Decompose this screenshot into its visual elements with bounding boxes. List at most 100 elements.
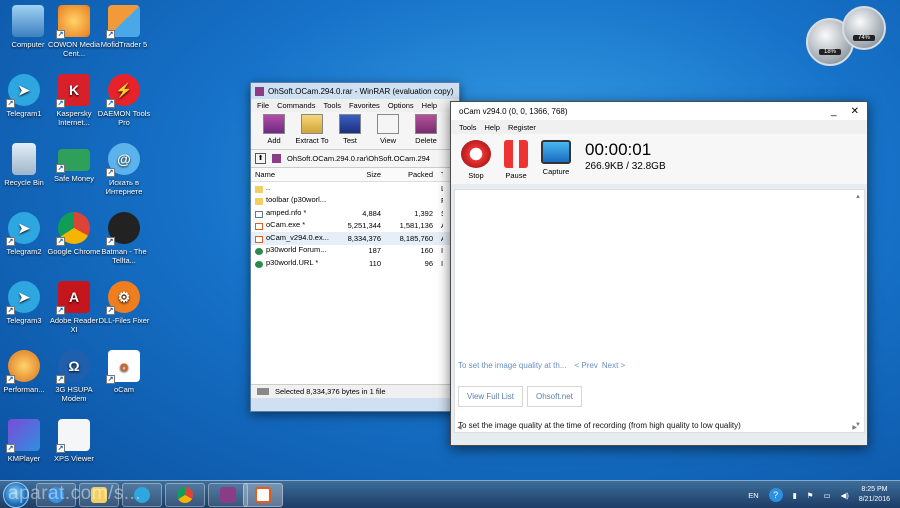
file-packed: 1,392 [414,208,433,218]
desktop-icon-label: DLL-Files Fixer [98,316,150,325]
winrar-file-list[interactable]: Name Size Packed T .. L toolbar (p30worl… [251,168,459,384]
menu-register[interactable]: Register [508,123,536,134]
menu-tools[interactable]: Tools [323,101,341,110]
winrar-window[interactable]: OhSoft.OCam.294.0.rar - WinRAR (evaluati… [250,82,460,412]
file-row[interactable]: toolbar (p30worl... F [251,195,459,208]
prev-tip-link[interactable]: < Prev [575,361,598,370]
telegram-icon: ➤ ↗ [6,212,40,246]
menu-favorites[interactable]: Favorites [349,101,380,110]
menu-options[interactable]: Options [388,101,414,110]
menu-help[interactable]: Help [422,101,437,110]
taskbar-chrome[interactable] [165,483,205,507]
horizontal-scrollbar[interactable]: ◀ ▶ [457,424,857,431]
desktop-icon-chrome[interactable]: ↗ Google Chrome [46,212,102,256]
stop-label: Stop [468,171,484,180]
action-center-icon[interactable]: ⚑ [807,491,814,500]
desktop-icon-dll-fixer[interactable]: ⚙ ↗ DLL-Files Fixer [96,281,152,325]
chrome-icon [177,487,193,503]
ocam-window[interactable]: oCam v294.0 (0, 0, 1366, 768) _ ✕ Tools … [450,101,868,446]
file-row[interactable]: .. L [251,182,459,195]
computer-icon [12,5,44,37]
file-size: 187 [368,246,381,256]
ocam-titlebar[interactable]: oCam v294.0 (0, 0, 1366, 768) _ ✕ [451,102,867,120]
taskbar-ocam[interactable] [243,483,283,507]
desktop-icon-3g-modem[interactable]: Ω ↗ 3G HSUPA Modem [46,350,102,403]
winrar-title: OhSoft.OCam.294.0.rar - WinRAR (evaluati… [268,86,454,96]
file-name-cell: oCam.exe * [251,220,331,231]
file-packed: 160 [420,246,433,256]
column-packed[interactable]: Packed [381,170,433,179]
clock[interactable]: 8:25 PM 8/21/2016 [859,485,890,505]
file-row[interactable]: p30world Forum... 187 160 I [251,245,459,258]
file-row-selected[interactable]: oCam_v294.0.ex... 8,334,376 8,185,760 A [251,232,459,245]
file-name: p30world.URL * [266,257,319,267]
ohsoft-site-button[interactable]: Ohsoft.net [526,386,582,407]
view-full-list-button[interactable]: View Full List [458,386,523,407]
network-icon[interactable]: ▮ [793,491,797,500]
column-type[interactable]: T [433,170,443,179]
desktop-icon-search-web[interactable]: @ ↗ Искать в Интернете [96,143,152,196]
desktop-icon-label: Kaspersky Internet... [56,109,92,127]
up-folder-button[interactable]: ⬆ [255,153,266,164]
column-name[interactable]: Name [251,170,331,179]
desktop-icon-telegram2[interactable]: ➤ ↗ Telegram2 [0,212,52,256]
desktop-icon-batman[interactable]: ↗ Batman - The Tellta... [96,212,152,265]
help-icon[interactable]: ? [768,488,783,502]
vertical-scrollbar[interactable]: ▲ ▼ [854,194,862,430]
desktop-icon-adobe-reader[interactable]: A ↗ Adobe Reader XI [46,281,102,334]
desktop-icon-xps-viewer[interactable]: ↗ XPS Viewer [46,419,102,463]
scroll-up-icon[interactable]: ▲ [854,194,862,202]
language-indicator[interactable]: EN [748,491,758,500]
desktop-icon-label: Recycle Bin [4,178,44,187]
desktop-icon-performance[interactable]: ↗ Performan... [0,350,52,394]
file-row[interactable]: oCam.exe * 5,251,344 1,581,136 A [251,220,459,233]
column-size[interactable]: Size [331,170,381,179]
menu-commands[interactable]: Commands [277,101,315,110]
desktop-icon-telegram1[interactable]: ➤ ↗ Telegram1 [0,74,52,118]
capture-button[interactable]: Capture [539,140,573,176]
winrar-titlebar[interactable]: OhSoft.OCam.294.0.rar - WinRAR (evaluati… [251,83,459,99]
next-tip-link[interactable]: Next > [602,361,625,370]
desktop-icon-recycle-bin[interactable]: Recycle Bin [0,143,52,187]
file-row[interactable]: amped.nfo * 4,884 1,392 S [251,207,459,220]
file-row[interactable]: p30world.URL * 110 96 I [251,257,459,270]
ocam-title: oCam v294.0 (0, 0, 1366, 768) [459,106,568,116]
pause-button[interactable]: Pause [499,140,533,180]
winrar-menubar: File Commands Tools Favorites Options He… [251,99,459,112]
menu-help[interactable]: Help [485,123,500,134]
desktop-icon-kaspersky[interactable]: K ↗ Kaspersky Internet... [46,74,102,127]
file-size: 8,334,376 [347,233,381,243]
taskbar-winrar[interactable] [208,483,248,507]
battery-icon[interactable]: ▭ [823,491,830,500]
view-button[interactable]: View [371,114,405,147]
scroll-right-icon[interactable]: ▶ [852,424,857,431]
volume-icon[interactable]: ◀) [841,491,849,500]
desktop-icon-cowon[interactable]: ↗ COWON Media Cent... [46,5,102,58]
adobe-reader-icon: A ↗ [56,281,90,315]
test-button[interactable]: Test [333,114,367,147]
desktop-icon-daemon[interactable]: ⚡ ↗ DAEMON Tools Pro [96,74,152,127]
delete-button[interactable]: Delete [409,114,443,147]
desktop-icon-ocam[interactable]: o ↗ oCam [96,350,152,394]
desktop-icon-label: Telegram1 [6,109,42,118]
desktop-icon-label: MofidTrader 5 [100,40,148,49]
delete-label: Delete [415,136,437,145]
exe-file-icon [255,235,263,243]
desktop-icon-label: KMPlayer [7,454,41,463]
stop-button[interactable]: Stop [459,140,493,180]
desktop-icon-kmplayer[interactable]: ↗ KMPlayer [0,419,52,463]
desktop-icon-mofidtrader[interactable]: ↗ MofidTrader 5 [96,5,152,49]
extract-to-button[interactable]: Extract To [295,114,329,147]
tip-text[interactable]: To set the image quality at th... [458,361,567,370]
close-button[interactable]: ✕ [851,106,859,117]
scroll-left-icon[interactable]: ◀ [457,424,462,431]
desktop-icon-label: COWON Media Cent... [47,40,101,58]
desktop-icon-telegram3[interactable]: ➤ ↗ Telegram3 [0,281,52,325]
menu-file[interactable]: File [257,101,269,110]
menu-tools[interactable]: Tools [459,123,477,134]
minimize-button[interactable]: _ [831,106,837,117]
desktop-icon-safe-money[interactable]: ↗ Safe Money [46,143,102,183]
memory-meter-gadget[interactable]: 74% [842,6,886,50]
file-list-header: Name Size Packed T [251,168,459,182]
add-button[interactable]: Add [257,114,291,147]
